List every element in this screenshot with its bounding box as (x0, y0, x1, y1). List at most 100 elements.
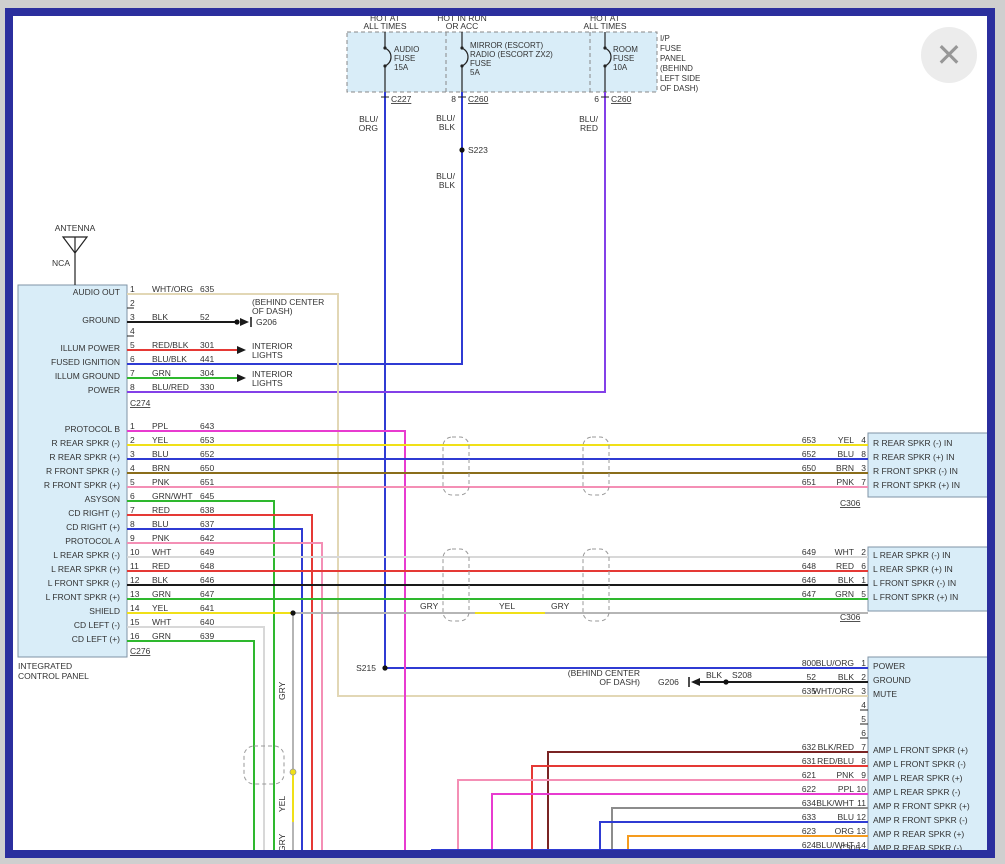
pin-label: AMP R FRONT SPKR (-) (873, 815, 968, 825)
pin-label: CD LEFT (-) (74, 620, 120, 630)
pin-label: GROUND (82, 315, 120, 325)
circuit-number: 649 (200, 547, 214, 557)
wire-color-label: RED/BLU (817, 756, 854, 766)
wire-color-label: WHT/ORG (813, 686, 854, 696)
pin-label: AMP R FRONT SPKR (+) (873, 801, 970, 811)
pin-label: CD RIGHT (-) (68, 508, 120, 518)
fuse-terminal (383, 46, 386, 49)
circuit-number: 52 (200, 312, 210, 322)
wire-color-label: RED (152, 505, 170, 515)
wire-color-label: PNK (837, 477, 855, 487)
pin-number: 11 (857, 798, 866, 808)
pin-label: L REAR SPKR (-) (53, 550, 120, 560)
pin-number: 7 (861, 477, 866, 487)
circuit-number: 623 (802, 826, 816, 836)
pin-number: 2 (130, 298, 135, 308)
wire-color-label: GRN (152, 631, 171, 641)
fuse-name: RADIO (ESCORT ZX2) (470, 50, 553, 59)
arrow-icon (237, 374, 246, 382)
circuit-number: 800 (802, 658, 816, 668)
connector-label: C306 (840, 612, 861, 622)
wire-color-label: BLK (706, 670, 722, 680)
splice-dot (723, 679, 728, 684)
amp-block (868, 657, 988, 857)
connector-label: C306 (840, 498, 861, 508)
pin-number: 8 (861, 756, 866, 766)
pin-number: 5 (861, 589, 866, 599)
circuit-number: 637 (200, 519, 214, 529)
close-button[interactable]: ✕ (921, 27, 977, 83)
pin-label: L REAR SPKR (+) (51, 564, 120, 574)
wire-color-label: BLK (439, 122, 455, 132)
circuit-number: 646 (802, 575, 816, 585)
shield-label: GRY (277, 833, 287, 852)
pin-number: 4 (130, 326, 135, 336)
circuit-number: 651 (200, 477, 214, 487)
pin-label: AMP L FRONT SPKR (-) (873, 759, 966, 769)
circuit-number: 634 (802, 798, 816, 808)
pin-number: 1 (130, 284, 135, 294)
block-caption: INTEGRATED (18, 661, 72, 671)
pin-number: 1 (861, 658, 866, 668)
wire-color-label: WHT/ORG (152, 284, 193, 294)
pin-number: 15 (130, 617, 140, 627)
circuit-number: 647 (802, 589, 816, 599)
destination-label: LIGHTS (252, 378, 283, 388)
wire-color-label: BLK (838, 672, 854, 682)
fuse-panel-label: FUSE (660, 44, 681, 53)
pin-number: 12 (857, 812, 867, 822)
pin-label: AMP R REAR SPKR (+) (873, 829, 964, 839)
wire-color-label: BLK/RED (818, 742, 854, 752)
splice-dot (234, 319, 239, 324)
wire-color-label: YEL (152, 435, 168, 445)
wire (127, 627, 264, 855)
pin-label: AMP L REAR SPKR (+) (873, 773, 963, 783)
antenna-label: ANTENNA (55, 223, 96, 233)
wire-color-label: WHT (152, 547, 171, 557)
wire (432, 850, 868, 855)
pin-number: 3 (861, 463, 866, 473)
wire-color-label: GRN (152, 368, 171, 378)
wire-color-label: BLK (838, 575, 854, 585)
wire-color-label: RED (836, 561, 854, 571)
destination-label: LIGHTS (252, 350, 283, 360)
wire-color-label: GRN (152, 589, 171, 599)
circuit-number: 646 (200, 575, 214, 585)
pin-label: L FRONT SPKR (-) (48, 578, 120, 588)
wire-color-label: RED/BLK (152, 340, 189, 350)
pin-number: 11 (130, 561, 139, 571)
pin-label: ASYSON (85, 494, 120, 504)
fuse-panel-label: I/P (660, 34, 670, 43)
wire-color-label: BLU (837, 449, 854, 459)
wire-blu-red (127, 92, 605, 392)
pin-label: CD RIGHT (+) (66, 522, 120, 532)
hot-label: OR ACC (446, 21, 479, 31)
pin-number: 10 (857, 784, 867, 794)
wire-color-label: BLK (152, 575, 168, 585)
note: OF DASH) (599, 677, 640, 687)
fuse-panel-label: OF DASH) (660, 84, 699, 93)
fuse-name: AUDIO (394, 45, 419, 54)
circuit-number: 330 (200, 382, 214, 392)
circuit-number: 653 (200, 435, 214, 445)
splice-dot (290, 769, 296, 775)
fuse-name: FUSE (470, 59, 491, 68)
pin-number: 2 (861, 547, 866, 557)
pin-label: AUDIO OUT (73, 287, 120, 297)
wire-color-label: BLK (439, 180, 455, 190)
pin-number: 8 (861, 449, 866, 459)
shield-label: GRY (277, 681, 287, 700)
note: OF DASH) (252, 306, 293, 316)
pin-label: ILLUM POWER (60, 343, 120, 353)
arrow-icon (240, 318, 249, 326)
pin-number: 1 (130, 421, 135, 431)
ground-label: G206 (658, 677, 679, 687)
connector-label: C260 (611, 94, 632, 104)
circuit-number: 653 (802, 435, 816, 445)
block-caption: CONTROL PANEL (18, 671, 89, 681)
wire-wht-org (127, 294, 868, 696)
fuse-panel-label: (BEHIND (660, 64, 693, 73)
circuit-number: 640 (200, 617, 214, 627)
wire-blu-blk (127, 92, 462, 364)
wire-color-label: ORG (835, 826, 854, 836)
